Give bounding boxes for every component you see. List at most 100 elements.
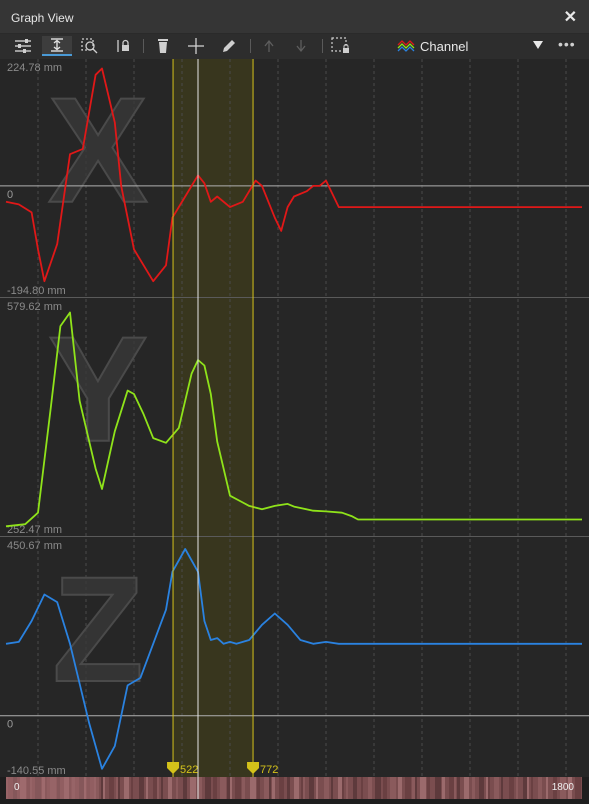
timeline-stripe bbox=[472, 777, 475, 799]
fit-view-icon[interactable] bbox=[42, 36, 72, 56]
timeline-stripe bbox=[242, 777, 245, 799]
zero-label: 0 bbox=[7, 719, 13, 731]
timeline-stripe bbox=[324, 777, 329, 799]
timeline-stripe bbox=[516, 777, 518, 799]
toolbar-separator bbox=[250, 39, 251, 53]
close-icon[interactable]: ✕ bbox=[564, 7, 577, 27]
timeline-stripe bbox=[523, 777, 527, 799]
timeline-stripe bbox=[190, 777, 196, 799]
more-options-icon[interactable]: ••• bbox=[558, 36, 576, 52]
timeline-stripe bbox=[250, 777, 256, 799]
marker-end-label: 772 bbox=[260, 764, 278, 776]
timeline-stripe bbox=[531, 777, 533, 799]
max-value-label: 450.67 mm bbox=[7, 540, 62, 552]
timeline-stripe bbox=[309, 777, 314, 799]
delete-icon[interactable] bbox=[152, 36, 174, 56]
timeline-stripe bbox=[398, 777, 402, 799]
max-value-label: 579.62 mm bbox=[7, 301, 62, 313]
timeline-stripe bbox=[139, 777, 144, 799]
channel-dropdown[interactable]: Channel bbox=[397, 37, 547, 56]
timeline-stripe bbox=[316, 777, 318, 799]
timeline-stripe bbox=[405, 777, 411, 799]
selection-lock-icon[interactable] bbox=[330, 36, 352, 56]
timeline-stripe bbox=[457, 777, 460, 799]
timeline-stripe bbox=[279, 777, 284, 799]
timeline-stripe bbox=[257, 777, 260, 799]
timeline-stripe bbox=[368, 777, 372, 799]
zero-label: 0 bbox=[7, 189, 13, 201]
timeline-stripe bbox=[575, 777, 581, 799]
key-down-icon[interactable] bbox=[290, 36, 312, 56]
timeline-stripe bbox=[427, 777, 430, 799]
timeline-stripe bbox=[161, 777, 163, 799]
timeline-stripe bbox=[146, 777, 148, 799]
toolbar-separator bbox=[143, 39, 144, 53]
window-title: Graph View bbox=[11, 11, 74, 25]
move-icon[interactable] bbox=[185, 36, 207, 56]
channel-icon bbox=[397, 40, 415, 52]
timeline-stripe bbox=[338, 777, 342, 799]
timeline-stripe bbox=[361, 777, 363, 799]
timeline-stripe bbox=[353, 777, 357, 799]
timeline-strip bbox=[6, 777, 582, 799]
timeline-stripe bbox=[213, 777, 217, 799]
timeline-stripe bbox=[109, 777, 114, 799]
timeline-stripe bbox=[272, 777, 275, 799]
timeline-stripe bbox=[198, 777, 202, 799]
marker-start-label: 522 bbox=[180, 764, 198, 776]
timeline-stripe bbox=[116, 777, 118, 799]
key-up-icon[interactable] bbox=[258, 36, 280, 56]
timeline-stripe bbox=[294, 777, 299, 799]
timeline-stripe bbox=[301, 777, 303, 799]
timeline-stripe bbox=[538, 777, 542, 799]
timeline-stripe bbox=[235, 777, 241, 799]
title-bar: Graph View ✕ bbox=[0, 0, 589, 34]
timeline-start-label: 0 bbox=[14, 782, 20, 793]
timeline-stripe bbox=[464, 777, 469, 799]
timeline-stripe bbox=[131, 777, 133, 799]
timeline-stripe bbox=[501, 777, 503, 799]
axis-watermark: Y bbox=[48, 305, 148, 473]
timeline-stripe bbox=[287, 777, 290, 799]
timeline-stripe bbox=[435, 777, 441, 799]
timeline-stripe bbox=[494, 777, 499, 799]
timeline-stripe bbox=[442, 777, 445, 799]
timeline-stripe bbox=[153, 777, 157, 799]
timeline-stripe bbox=[449, 777, 454, 799]
timeline-stripe bbox=[383, 777, 387, 799]
min-value-label: -194.80 mm bbox=[7, 285, 66, 297]
timeline-stripe bbox=[420, 777, 426, 799]
toolbar-separator bbox=[322, 39, 323, 53]
timeline-stripe bbox=[331, 777, 333, 799]
min-value-label: -140.55 mm bbox=[7, 765, 66, 777]
max-value-label: 224.78 mm bbox=[7, 62, 62, 74]
panel-divider bbox=[0, 536, 589, 537]
marker-range-highlight bbox=[173, 59, 254, 777]
timeline-stripe bbox=[124, 777, 129, 799]
toolbar: Channel ••• bbox=[0, 34, 589, 59]
timeline-stripe bbox=[220, 777, 226, 799]
timeline-stripe bbox=[546, 777, 548, 799]
pen-icon[interactable] bbox=[218, 36, 240, 56]
graph-area[interactable]: X0224.78 mm-194.80 mmY579.62 mm252.47 mm… bbox=[0, 59, 589, 777]
timeline-stripe bbox=[205, 777, 211, 799]
timeline-end-label: 1800 bbox=[551, 782, 574, 793]
zoom-icon[interactable] bbox=[79, 36, 101, 56]
timeline-stripe bbox=[346, 777, 348, 799]
channel-label: Channel bbox=[420, 39, 469, 54]
timeline-stripe bbox=[176, 777, 178, 799]
timeline-stripe bbox=[412, 777, 415, 799]
timeline-stripe bbox=[390, 777, 396, 799]
timeline-stripe bbox=[486, 777, 488, 799]
timeline-stripe bbox=[509, 777, 514, 799]
timeline-stripe bbox=[264, 777, 269, 799]
curve-settings-icon[interactable] bbox=[12, 36, 34, 56]
timeline-stripe bbox=[101, 777, 103, 799]
timeline-stripe bbox=[375, 777, 381, 799]
timeline-stripe bbox=[168, 777, 172, 799]
timeline-stripe bbox=[227, 777, 230, 799]
chevron-down-icon bbox=[533, 41, 543, 49]
lock-icon[interactable] bbox=[113, 36, 135, 56]
timeline-stripe bbox=[479, 777, 484, 799]
timeline[interactable]: 0 1800 bbox=[6, 777, 582, 799]
